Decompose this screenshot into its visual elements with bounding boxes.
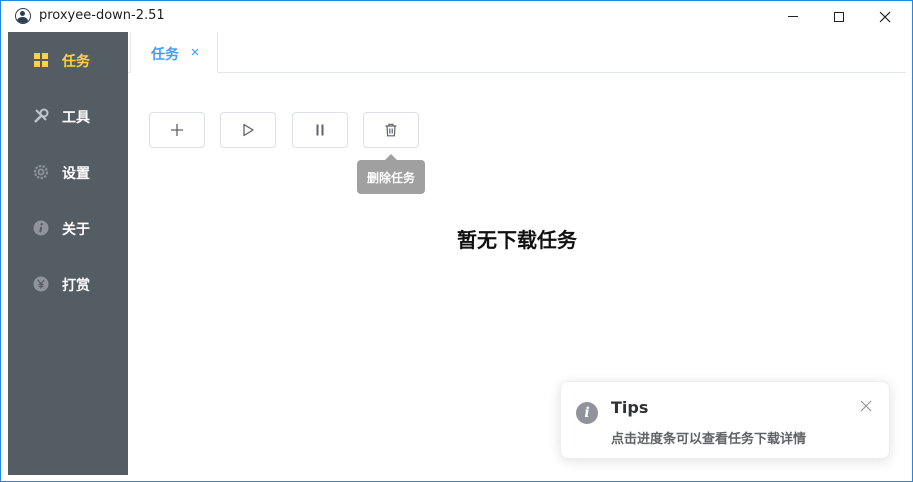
notification-title: Tips — [611, 398, 649, 417]
sidebar-item-tasks[interactable]: 任务 — [8, 32, 128, 88]
plus-icon — [171, 124, 183, 136]
info-icon: i — [576, 402, 598, 424]
sidebar-item-label: 任务 — [62, 54, 90, 70]
notification-message: 点击进度条可以查看任务下载详情 — [611, 432, 807, 447]
window-title: proxyee-down-2.51 — [39, 8, 165, 23]
tab-tasks[interactable]: 任务 — [130, 32, 218, 73]
tab-label: 任务 — [151, 47, 179, 63]
delete-task-button[interactable] — [363, 112, 419, 148]
yen-icon — [33, 276, 49, 292]
app-logo-icon — [15, 8, 31, 24]
close-window-button[interactable] — [862, 1, 908, 32]
maximize-icon — [834, 11, 844, 22]
sidebar-item-donate[interactable]: 打赏 — [8, 256, 128, 312]
gear-icon — [33, 164, 49, 180]
empty-state-text: 暂无下载任务 — [457, 228, 577, 252]
tab-close-icon[interactable] — [189, 46, 201, 58]
minimize-icon — [788, 16, 798, 17]
minimize-button[interactable] — [770, 1, 816, 32]
delete-tooltip: 删除任务 — [357, 154, 425, 194]
start-task-button[interactable] — [220, 112, 276, 148]
sidebar-item-tools[interactable]: 工具 — [8, 88, 128, 144]
sidebar-item-label: 工具 — [62, 110, 90, 126]
tools-icon — [34, 108, 49, 123]
sidebar-item-about[interactable]: 关于 — [8, 200, 128, 256]
sidebar-item-settings[interactable]: 设置 — [8, 144, 128, 200]
app-window: proxyee-down-2.51 任务 工具 设置 关于 打赏 任务 删除任务… — [0, 0, 913, 482]
tabs-bar: 任务 — [128, 32, 906, 73]
close-icon — [879, 11, 891, 22]
info-icon — [33, 220, 49, 236]
maximize-button[interactable] — [816, 1, 862, 32]
tips-notification: i Tips 点击进度条可以查看任务下载详情 — [560, 381, 890, 459]
play-icon — [243, 123, 254, 137]
add-task-button[interactable] — [149, 112, 205, 148]
close-icon[interactable] — [860, 400, 872, 412]
sidebar: 任务 工具 设置 关于 打赏 — [8, 32, 128, 475]
pause-task-button[interactable] — [292, 112, 348, 148]
sidebar-item-label: 打赏 — [62, 278, 90, 294]
pause-icon — [316, 124, 324, 136]
trash-icon — [385, 123, 397, 137]
title-bar[interactable]: proxyee-down-2.51 — [1, 1, 912, 32]
grid-icon — [34, 53, 48, 67]
sidebar-item-label: 关于 — [62, 222, 90, 238]
sidebar-item-label: 设置 — [62, 166, 90, 182]
